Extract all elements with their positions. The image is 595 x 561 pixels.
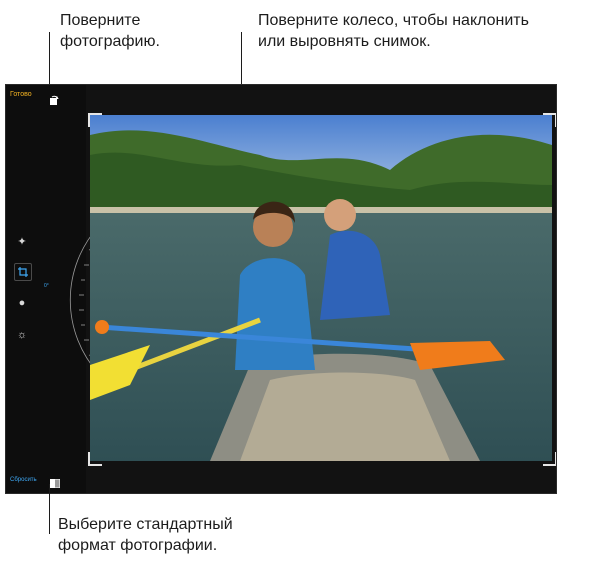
enhance-button[interactable]: ✦ (14, 233, 30, 249)
crop-handle-top-left[interactable] (88, 113, 102, 127)
photo-canoe-image (90, 115, 552, 461)
callout-straighten: Поверните колесо, чтобы наклонить или вы… (258, 10, 529, 52)
crop-handle-top-right[interactable] (543, 113, 556, 127)
photo-editor-screen: Готово ✦ ● ☼ Сбросить 0° (5, 84, 557, 494)
crop-button[interactable] (14, 263, 32, 281)
reset-button[interactable]: Сбросить (10, 477, 37, 483)
callout-aspect: Выберите стандартный формат фотографии. (58, 514, 233, 556)
callout-straighten-line2: или выровнять снимок. (258, 33, 431, 50)
aspect-ratio-icon (50, 479, 60, 488)
callout-rotate-line2: фотографию. (60, 33, 160, 50)
filters-button[interactable]: ● (14, 295, 30, 311)
callout-aspect-line2: формат фотографии. (58, 537, 218, 554)
crop-handle-bottom-right[interactable] (543, 452, 556, 466)
callout-aspect-line1: Выберите стандартный (58, 516, 233, 533)
aspect-button[interactable] (50, 475, 60, 488)
callout-straighten-line1: Поверните колесо, чтобы наклонить (258, 12, 529, 29)
aspect-leader-vertical (49, 484, 50, 534)
crop-icon (18, 267, 28, 277)
adjust-button[interactable]: ☼ (14, 327, 30, 343)
rotate-button[interactable] (48, 93, 60, 105)
filters-icon: ● (18, 297, 26, 309)
done-button[interactable]: Готово (10, 91, 32, 98)
dial-value: 0° (44, 283, 49, 289)
magic-wand-icon: ✦ (17, 235, 27, 248)
adjust-icon: ☼ (16, 329, 28, 341)
rotate-leader-vertical (49, 32, 50, 92)
rotate-icon (50, 95, 59, 105)
editing-help-figure: Поверните фотографию. Поверните колесо, … (0, 0, 595, 561)
callout-rotate: Поверните фотографию. (60, 10, 160, 52)
callout-rotate-line1: Поверните (60, 12, 141, 29)
crop-handle-bottom-left[interactable] (88, 452, 102, 466)
edited-photo[interactable] (90, 115, 552, 461)
